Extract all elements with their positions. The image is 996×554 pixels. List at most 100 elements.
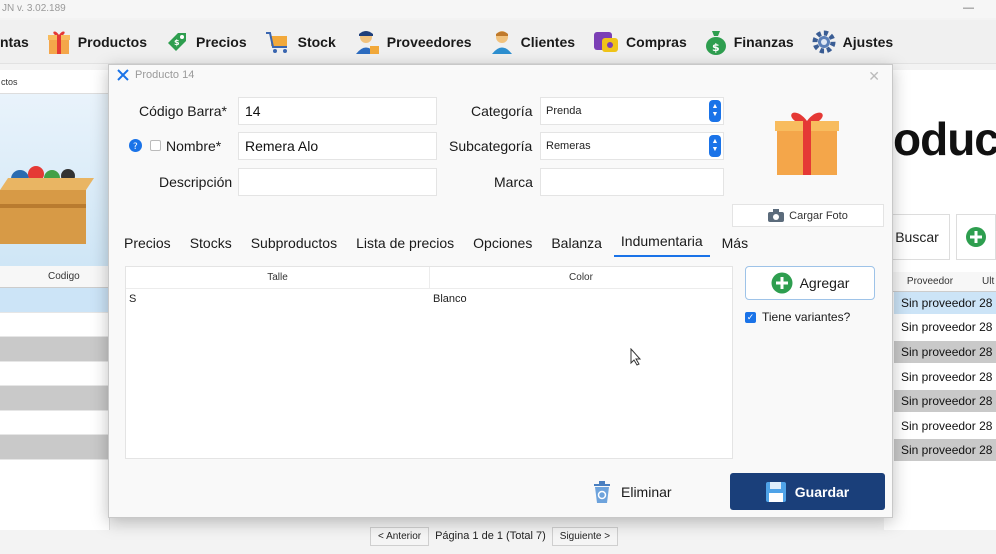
toolbar-item-productos[interactable]: Productos <box>47 20 147 64</box>
nombre-checkbox[interactable] <box>150 140 161 151</box>
codigo-field[interactable] <box>238 97 437 125</box>
table-row[interactable]: Sin proveedor 28 <box>894 292 996 314</box>
close-icon[interactable]: ✕ <box>868 68 880 85</box>
tab-subproductos[interactable]: Subproductos <box>244 235 344 257</box>
table-row[interactable] <box>0 435 109 460</box>
svg-text:?: ? <box>133 142 138 152</box>
column-header-proveedor[interactable]: Proveedor <box>884 276 976 287</box>
toolbar-item-stock[interactable]: Stock <box>265 20 336 64</box>
variantes-checkbox[interactable]: ✓ <box>745 311 756 323</box>
purchases-icon <box>594 31 619 52</box>
table-row[interactable] <box>0 411 109 435</box>
marca-field[interactable] <box>540 168 724 196</box>
save-button[interactable]: Guardar <box>730 473 885 510</box>
table-row[interactable]: S Blanco <box>126 289 732 309</box>
toolbar-item-finanzas[interactable]: $ Finanzas <box>705 20 794 64</box>
toolbar-item-ajustes[interactable]: Ajustes <box>812 20 893 64</box>
dialog-tabs: Precios Stocks Subproductos Lista de pre… <box>117 227 760 257</box>
product-dialog: Producto 14 ✕ Código Barra* ? Nombre* De… <box>108 64 893 518</box>
supplier-icon <box>355 30 379 54</box>
pagination: < Anterior Página 1 de 1 (Total 7) Sigui… <box>370 526 619 546</box>
search-button[interactable]: Buscar <box>884 214 950 260</box>
subcategoria-label: Subcategoría <box>449 138 533 154</box>
toolbar-item-compras[interactable]: Compras <box>593 20 687 64</box>
table-row[interactable]: Sin proveedor 28 <box>894 439 996 461</box>
page-title: oduct <box>893 113 996 165</box>
tab-indumentaria[interactable]: Indumentaria <box>613 233 710 257</box>
app-title: JN v. 3.02.189 <box>0 0 996 18</box>
toolbar-item-label: Stock <box>297 33 336 50</box>
toolbar-item-label: ntas <box>0 33 29 50</box>
cell-proveedor: Sin proveedor <box>901 320 976 334</box>
delete-button[interactable]: Eliminar <box>593 475 672 509</box>
cell-proveedor: Sin proveedor <box>901 419 976 433</box>
updown-icon: ▲ ▼ <box>709 100 721 122</box>
table-row[interactable] <box>0 337 109 362</box>
search-button-label: Buscar <box>895 229 939 245</box>
table-row[interactable] <box>0 386 109 411</box>
products-box-icon <box>0 166 94 244</box>
column-header-ult[interactable]: Ult <box>976 276 994 287</box>
table-row[interactable] <box>0 362 109 386</box>
add-product-button[interactable] <box>956 214 996 260</box>
add-variant-button[interactable]: Agregar <box>745 266 875 300</box>
gear-icon <box>812 30 836 53</box>
delete-label: Eliminar <box>621 484 672 500</box>
table-row[interactable]: Sin proveedor 28 <box>894 366 996 388</box>
products-banner <box>0 94 109 266</box>
tab-precios[interactable]: Precios <box>117 235 178 257</box>
descripcion-field[interactable] <box>238 168 437 196</box>
cart-icon <box>265 31 287 53</box>
tab-stocks[interactable]: Stocks <box>183 235 239 257</box>
client-icon <box>491 30 512 54</box>
marca-label: Marca <box>494 174 533 190</box>
svg-text:$: $ <box>712 41 720 54</box>
descripcion-label: Descripción <box>159 174 233 190</box>
svg-text:$: $ <box>174 38 180 47</box>
table-row[interactable]: Sin proveedor 28 <box>894 316 996 338</box>
tab-mas[interactable]: Más <box>715 235 755 257</box>
toolbar-item-clientes[interactable]: Clientes <box>490 20 575 64</box>
variantes-label: Tiene variantes? <box>762 310 851 324</box>
plus-circle-icon <box>966 227 986 247</box>
toolbar-item-label: Precios <box>196 33 247 50</box>
column-header-talle[interactable]: Talle <box>126 267 430 288</box>
prev-page-button[interactable]: < Anterior <box>370 526 430 546</box>
products-tab[interactable]: ctos <box>0 70 109 94</box>
tab-balanza[interactable]: Balanza <box>544 235 609 257</box>
table-row[interactable] <box>0 313 109 337</box>
table-row[interactable]: Sin proveedor 28 <box>894 415 996 437</box>
plus-circle-icon <box>771 272 793 294</box>
table-row[interactable] <box>0 288 109 313</box>
app-logo-icon <box>117 69 129 81</box>
cell-proveedor: Sin proveedor <box>901 443 976 457</box>
tab-lista-de-precios[interactable]: Lista de precios <box>349 235 461 257</box>
load-photo-button[interactable]: Cargar Foto <box>732 204 884 227</box>
toolbar-item-precios[interactable]: $ Precios <box>165 20 247 64</box>
tab-opciones[interactable]: Opciones <box>466 235 539 257</box>
variantes-option[interactable]: ✓ Tiene variantes? <box>745 310 850 324</box>
toolbar-item-proveedores[interactable]: Proveedores <box>354 20 472 64</box>
right-grid-header: Proveedor Ult <box>884 272 996 292</box>
help-icon[interactable]: ? <box>129 139 142 152</box>
table-row[interactable]: Sin proveedor 28 <box>894 341 996 363</box>
minimize-icon[interactable]: — <box>963 2 974 14</box>
table-row[interactable]: Sin proveedor 28 <box>894 390 996 412</box>
toolbar-item-ventas[interactable]: ntas <box>0 20 29 64</box>
camera-icon <box>768 209 785 222</box>
next-page-button[interactable]: Siguiente > <box>551 526 619 546</box>
categoria-select[interactable]: Prenda ▲ ▼ <box>540 97 724 125</box>
cell-talle: S <box>129 293 137 305</box>
column-header-codigo[interactable]: Codigo <box>0 266 109 288</box>
toolbar-item-label: Compras <box>626 33 687 50</box>
money-bag-icon: $ <box>705 30 726 55</box>
toolbar-item-label: Proveedores <box>386 33 472 50</box>
page-info: Página 1 de 1 (Total 7) <box>435 530 546 542</box>
nombre-label: Nombre* <box>166 138 222 154</box>
column-header-color[interactable]: Color <box>430 267 732 288</box>
cell-ult: 28 <box>979 320 993 334</box>
nombre-field[interactable] <box>238 132 437 160</box>
subcategoria-select[interactable]: Remeras ▲ ▼ <box>540 132 724 160</box>
codigo-label: Código Barra* <box>139 103 227 119</box>
gift-icon <box>47 31 70 54</box>
